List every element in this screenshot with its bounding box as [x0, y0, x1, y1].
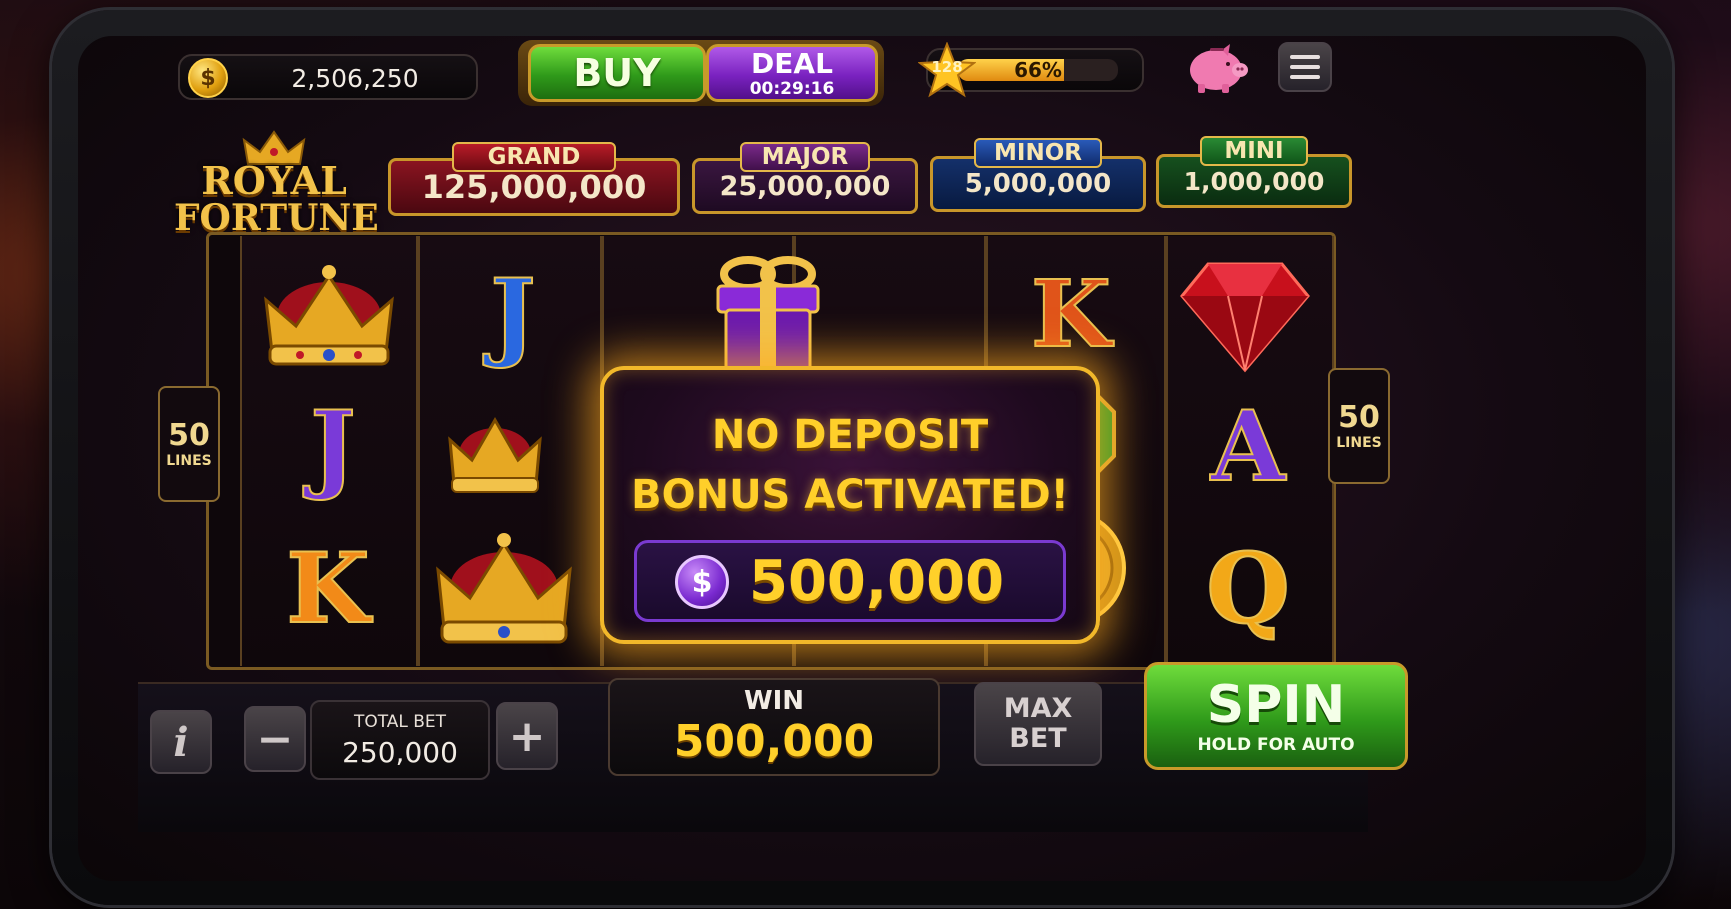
jackpot-label: MINOR	[974, 138, 1102, 168]
balance-display: $ 2,506,250	[178, 54, 478, 100]
spin-button[interactable]: SPIN HOLD FOR AUTO	[1144, 662, 1408, 770]
increase-bet-button[interactable]: +	[496, 702, 558, 770]
k-symbol: K	[1006, 254, 1136, 374]
jackpot-major: 25,000,000 MAJOR	[692, 130, 918, 220]
jackpot-minor: 5,000,000 MINOR	[930, 128, 1146, 218]
win-panel: WIN 500,000	[608, 678, 940, 776]
symbol-glyph: Q	[1205, 531, 1291, 646]
menu-button[interactable]	[1278, 42, 1332, 92]
jackpot-label: GRAND	[452, 142, 616, 172]
total-bet-value: 250,000	[342, 736, 458, 769]
buy-button[interactable]: BUY	[528, 44, 706, 102]
q-symbol: Q	[1186, 528, 1310, 648]
logo-line1: ROYAL	[201, 158, 347, 203]
bonus-popup[interactable]: NO DEPOSIT BONUS ACTIVATED! $ 500,000	[600, 366, 1100, 644]
gift-box-icon	[708, 252, 828, 374]
lines-indicator-left: 50 LINES	[158, 386, 220, 502]
crown-symbol	[250, 256, 408, 376]
k-symbol: K	[268, 528, 388, 648]
win-label: WIN	[743, 686, 805, 716]
a-symbol: A	[1188, 386, 1308, 506]
info-button[interactable]: i	[150, 710, 212, 774]
deal-label: DEAL	[751, 47, 833, 80]
total-bet-label: TOTAL BET	[353, 712, 447, 732]
spin-label: SPIN	[1206, 675, 1346, 735]
dollar-coin-icon: $	[188, 58, 228, 98]
level-number: 128	[931, 58, 963, 76]
decrease-bet-button[interactable]: −	[244, 706, 306, 772]
lines-count: 50	[168, 418, 210, 453]
jackpot-grand: 125,000,000 GRAND	[388, 130, 680, 220]
jackpot-label: MINI	[1200, 136, 1308, 166]
crown-symbol	[440, 402, 550, 502]
bonus-amount-bar: $ 500,000	[634, 540, 1066, 622]
max-bet-line1: MAX	[1003, 693, 1073, 724]
symbol-glyph: K	[1030, 259, 1112, 369]
crown-symbol	[424, 524, 584, 654]
total-bet-panel: TOTAL BET 250,000	[310, 700, 490, 780]
jackpot-label: MAJOR	[740, 142, 870, 172]
minus-icon: −	[256, 713, 294, 765]
info-icon: i	[173, 718, 189, 766]
balance-value: 2,506,250	[291, 64, 419, 93]
popup-title-line1: NO DEPOSIT	[711, 412, 989, 458]
lines-count: 50	[1338, 400, 1380, 435]
symbol-glyph: K	[285, 531, 370, 646]
spin-sublabel: HOLD FOR AUTO	[1197, 735, 1355, 755]
bonus-amount: 500,000	[749, 549, 1005, 614]
ruby-symbol	[1178, 258, 1312, 374]
level-progress-text: 66%	[1014, 58, 1062, 82]
purple-dollar-coin-icon: $	[675, 555, 729, 609]
max-bet-line2: BET	[1009, 723, 1067, 754]
j-symbol: J	[278, 386, 388, 506]
symbol-glyph: J	[309, 389, 356, 504]
lines-indicator-right: 50 LINES	[1328, 368, 1390, 484]
deal-button[interactable]: DEAL 00:29:16	[706, 44, 878, 102]
j-symbol: J	[458, 254, 568, 374]
max-bet-button[interactable]: MAX BET	[974, 682, 1102, 766]
lines-label: LINES	[166, 453, 212, 469]
piggy-bank-icon[interactable]	[1182, 40, 1250, 96]
deal-timer: 00:29:16	[749, 79, 835, 99]
symbol-glyph: A	[1210, 389, 1286, 504]
popup-title-line2: BONUS ACTIVATED!	[631, 472, 1069, 518]
lines-label: LINES	[1336, 435, 1382, 451]
hamburger-menu-icon	[1290, 55, 1320, 79]
jackpot-mini: 1,000,000 MINI	[1156, 126, 1352, 216]
symbol-glyph: J	[489, 257, 536, 372]
win-value: 500,000	[673, 716, 875, 767]
game-logo: ROYAL FORTUNE	[174, 128, 379, 248]
game-screen: $ 2,506,250 BUY DEAL 00:29:16 66% 128 RO…	[78, 36, 1646, 881]
plus-icon: +	[508, 710, 546, 762]
